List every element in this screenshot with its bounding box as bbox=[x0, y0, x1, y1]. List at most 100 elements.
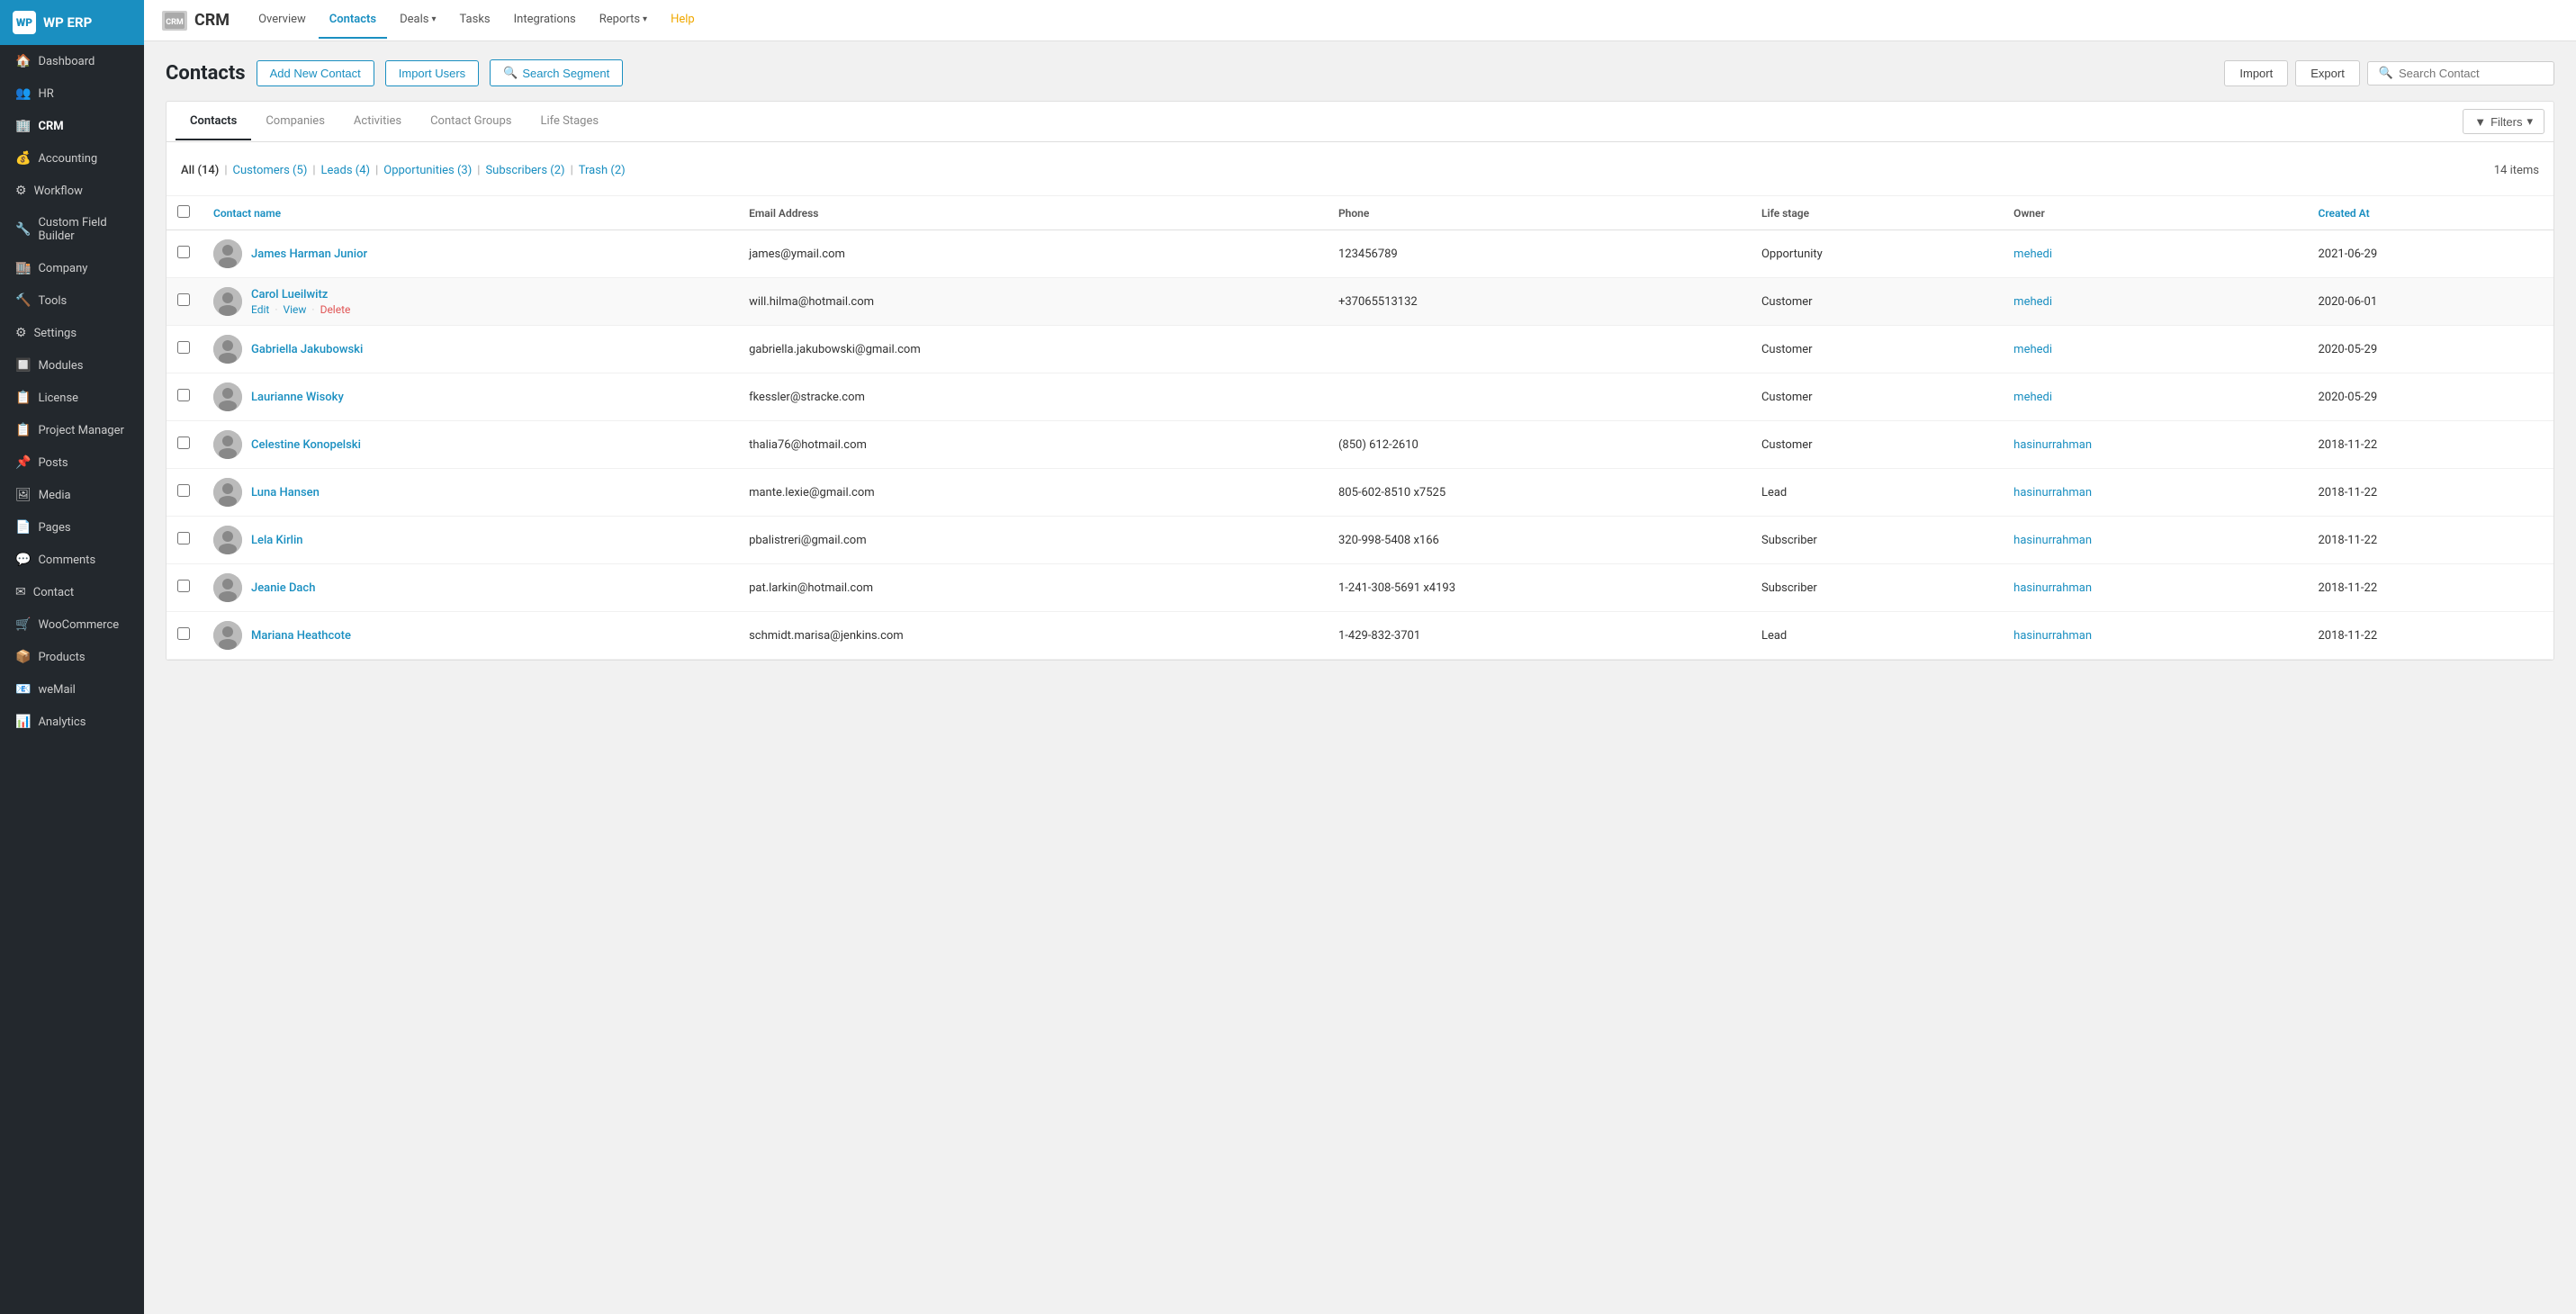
select-all-checkbox[interactable] bbox=[177, 205, 190, 218]
tab-contact-groups[interactable]: Contact Groups bbox=[416, 104, 526, 140]
row-life-stage: Customer bbox=[1751, 421, 2003, 469]
sidebar-item-label: WooCommerce bbox=[38, 618, 119, 632]
posts-icon: 📌 bbox=[15, 455, 31, 470]
topnav-contacts[interactable]: Contacts bbox=[319, 2, 387, 39]
filter-leads[interactable]: Leads (4) bbox=[321, 164, 371, 177]
sidebar-item-settings[interactable]: ⚙ Settings bbox=[0, 317, 144, 349]
tab-life-stages[interactable]: Life Stages bbox=[526, 104, 613, 140]
row-checkbox[interactable] bbox=[177, 484, 190, 497]
row-checkbox[interactable] bbox=[177, 389, 190, 401]
sidebar-item-accounting[interactable]: 💰 Accounting bbox=[0, 142, 144, 175]
sidebar-item-workflow[interactable]: ⚙ Workflow bbox=[0, 175, 144, 207]
sidebar-item-media[interactable]: 🖼 Media bbox=[0, 479, 144, 511]
row-email: pat.larkin@hotmail.com bbox=[738, 564, 1328, 612]
owner-link[interactable]: hasinurrahman bbox=[2013, 629, 2092, 643]
owner-link[interactable]: mehedi bbox=[2013, 248, 2052, 261]
tab-companies[interactable]: Companies bbox=[251, 104, 339, 140]
row-contact-name-cell: Mariana Heathcote Edit · View · Delete bbox=[203, 612, 738, 660]
sidebar-item-comments[interactable]: 💬 Comments bbox=[0, 544, 144, 576]
topnav-help[interactable]: Help bbox=[660, 2, 706, 39]
col-header-created-at[interactable]: Created At bbox=[2307, 196, 2553, 230]
topnav-reports[interactable]: Reports ▾ bbox=[589, 2, 658, 39]
add-new-contact-button[interactable]: Add New Contact bbox=[257, 60, 374, 86]
sidebar-item-crm[interactable]: 🏢 CRM bbox=[0, 110, 144, 142]
contact-name-link[interactable]: Lela Kirlin bbox=[251, 534, 303, 547]
owner-link[interactable]: hasinurrahman bbox=[2013, 486, 2092, 500]
contact-name-link[interactable]: Carol Lueilwitz bbox=[251, 288, 328, 302]
import-users-button[interactable]: Import Users bbox=[385, 60, 479, 86]
custom-field-builder-icon: 🔧 bbox=[15, 222, 31, 237]
crm-icon-img: CRM bbox=[162, 11, 187, 31]
row-contact-name-cell: Luna Hansen Edit · View · Delete bbox=[203, 469, 738, 517]
contact-name-link[interactable]: James Harman Junior bbox=[251, 248, 367, 261]
sidebar-item-dashboard[interactable]: 🏠 Dashboard bbox=[0, 45, 144, 77]
topnav-overview[interactable]: Overview bbox=[248, 2, 317, 39]
import-button[interactable]: Import bbox=[2224, 60, 2288, 86]
owner-link[interactable]: mehedi bbox=[2013, 391, 2052, 404]
search-segment-button[interactable]: 🔍 Search Segment bbox=[490, 59, 623, 86]
delete-action[interactable]: Delete bbox=[320, 303, 351, 316]
page-title: Contacts bbox=[166, 62, 246, 85]
filter-opportunities[interactable]: Opportunities (3) bbox=[383, 164, 472, 177]
filters-button[interactable]: ▼ Filters ▾ bbox=[2463, 109, 2544, 134]
sidebar-logo[interactable]: WP WP ERP bbox=[0, 0, 144, 45]
topnav-tasks[interactable]: Tasks bbox=[449, 2, 501, 39]
sidebar-item-pages[interactable]: 📄 Pages bbox=[0, 511, 144, 544]
row-owner: mehedi bbox=[2003, 326, 2307, 374]
sidebar-item-custom-field-builder[interactable]: 🔧 Custom Field Builder bbox=[0, 207, 144, 252]
filter-all[interactable]: All (14) bbox=[181, 164, 219, 177]
owner-link[interactable]: hasinurrahman bbox=[2013, 581, 2092, 595]
table-header-row: Contact name Email Address Phone Life st… bbox=[167, 196, 2553, 230]
contact-name-link[interactable]: Laurianne Wisoky bbox=[251, 391, 344, 404]
license-icon: 📋 bbox=[15, 391, 31, 405]
sidebar-item-products[interactable]: 📦 Products bbox=[0, 641, 144, 673]
row-checkbox[interactable] bbox=[177, 341, 190, 354]
tab-activities[interactable]: Activities bbox=[339, 104, 416, 140]
owner-link[interactable]: hasinurrahman bbox=[2013, 438, 2092, 452]
sidebar-item-wemail[interactable]: 📧 weMail bbox=[0, 673, 144, 706]
avatar-cell: Carol Lueilwitz Edit · View · Delete bbox=[213, 287, 727, 316]
sidebar-item-woocommerce[interactable]: 🛒 WooCommerce bbox=[0, 608, 144, 641]
row-checkbox[interactable] bbox=[177, 580, 190, 592]
filter-trash[interactable]: Trash (2) bbox=[579, 164, 626, 177]
row-checkbox[interactable] bbox=[177, 436, 190, 449]
table-row: Lela Kirlin Edit · View · Delete pbalist… bbox=[167, 517, 2553, 564]
sidebar-item-license[interactable]: 📋 License bbox=[0, 382, 144, 414]
avatar bbox=[213, 621, 242, 650]
reports-dropdown-arrow: ▾ bbox=[643, 14, 647, 24]
row-phone: 320-998-5408 x166 bbox=[1328, 517, 1751, 564]
owner-link[interactable]: mehedi bbox=[2013, 295, 2052, 309]
contact-name-link[interactable]: Mariana Heathcote bbox=[251, 629, 351, 643]
sidebar-item-company[interactable]: 🏬 Company bbox=[0, 252, 144, 284]
filter-customers[interactable]: Customers (5) bbox=[233, 164, 308, 177]
filter-subscribers[interactable]: Subscribers (2) bbox=[485, 164, 564, 177]
sidebar-item-project-manager[interactable]: 📋 Project Manager bbox=[0, 414, 144, 446]
col-header-contact-name[interactable]: Contact name bbox=[203, 196, 738, 230]
sidebar-item-modules[interactable]: 🔲 Modules bbox=[0, 349, 144, 382]
sidebar-item-label: Dashboard bbox=[38, 55, 95, 68]
search-contact-input[interactable] bbox=[2399, 67, 2543, 80]
sidebar-item-analytics[interactable]: 📊 Analytics bbox=[0, 706, 144, 738]
owner-link[interactable]: hasinurrahman bbox=[2013, 534, 2092, 547]
row-checkbox[interactable] bbox=[177, 293, 190, 306]
topnav-deals[interactable]: Deals ▾ bbox=[389, 2, 446, 39]
sidebar-item-contact[interactable]: ✉ Contact bbox=[0, 576, 144, 608]
row-phone bbox=[1328, 374, 1751, 421]
contact-name-link[interactable]: Jeanie Dach bbox=[251, 581, 315, 595]
contact-name-link[interactable]: Celestine Konopelski bbox=[251, 438, 361, 452]
contact-name-link[interactable]: Luna Hansen bbox=[251, 486, 320, 500]
sidebar-item-hr[interactable]: 👥 HR bbox=[0, 77, 144, 110]
view-action[interactable]: View bbox=[283, 303, 306, 316]
page-header: Contacts Add New Contact Import Users 🔍 … bbox=[166, 59, 2554, 86]
tab-contacts[interactable]: Contacts bbox=[176, 104, 251, 140]
row-checkbox[interactable] bbox=[177, 627, 190, 640]
contact-name-link[interactable]: Gabriella Jakubowski bbox=[251, 343, 363, 356]
row-checkbox[interactable] bbox=[177, 246, 190, 258]
owner-link[interactable]: mehedi bbox=[2013, 343, 2052, 356]
sidebar-item-posts[interactable]: 📌 Posts bbox=[0, 446, 144, 479]
row-checkbox[interactable] bbox=[177, 532, 190, 544]
sidebar-item-tools[interactable]: 🔨 Tools bbox=[0, 284, 144, 317]
export-button[interactable]: Export bbox=[2295, 60, 2360, 86]
edit-action[interactable]: Edit bbox=[251, 303, 269, 316]
topnav-integrations[interactable]: Integrations bbox=[503, 2, 587, 39]
